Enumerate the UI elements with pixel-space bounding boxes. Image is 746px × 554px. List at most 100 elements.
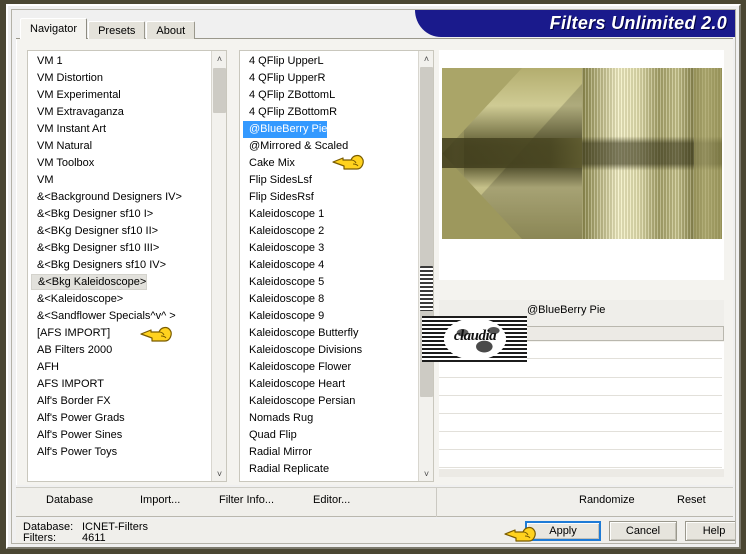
list-item[interactable]: 4 QFlip ZBottomL xyxy=(240,87,417,104)
scroll-down-icon[interactable]: ˅ xyxy=(212,466,226,481)
list-item[interactable]: &<Bkg Designer sf10 I> xyxy=(28,206,210,223)
param-divider xyxy=(439,395,722,396)
pointing-hand-icon-apply xyxy=(503,523,537,543)
list-item[interactable]: AFH xyxy=(28,359,210,376)
list-item[interactable]: 4 QFlip UpperL xyxy=(240,53,417,70)
scroll-down-icon[interactable]: ˅ xyxy=(419,466,433,481)
filter-category-list[interactable]: VM 1 VM Distortion VM Experimental VM Extra… xyxy=(27,50,227,482)
list-item[interactable]: &<Sandflower Specials^v^ > xyxy=(28,308,210,325)
scroll-up-icon[interactable]: ˄ xyxy=(212,51,226,66)
list-item[interactable]: Kaleidoscope 4 xyxy=(240,257,417,274)
filter-effect-list[interactable]: 4 QFlip UpperL 4 QFlip UpperR 4 QFlip ZBot… xyxy=(239,50,434,482)
list-item[interactable]: 4 QFlip ZBottomR xyxy=(240,104,417,121)
scroll-up-icon[interactable]: ˄ xyxy=(419,51,433,66)
list-item[interactable]: Quad Flip xyxy=(240,427,417,444)
param-footer xyxy=(439,469,724,477)
list-item[interactable]: Alf's Power Grads xyxy=(28,410,210,427)
list-item[interactable]: VM Natural xyxy=(28,138,210,155)
list-item[interactable]: AB Filters 2000 xyxy=(28,342,210,359)
tab-about[interactable]: About xyxy=(146,21,196,39)
list-item[interactable]: Kaleidoscope 8 xyxy=(240,291,417,308)
preview-left-half xyxy=(442,68,597,239)
window-inner: Filters Unlimited 2.0 Navigator Presets … xyxy=(11,9,736,544)
list-item[interactable]: VM Toolbox xyxy=(28,155,210,172)
list-item[interactable]: VM Extravaganza xyxy=(28,104,210,121)
list-item[interactable]: Kaleidoscope Butterfly xyxy=(240,325,417,342)
category-scroll-thumb[interactable] xyxy=(213,68,226,113)
list-item[interactable]: &<Bkg Designer sf10 III> xyxy=(28,240,210,257)
list-item[interactable]: Kaleidoscope Flower xyxy=(240,359,417,376)
list-item[interactable]: Flip SidesLsf xyxy=(240,172,417,189)
filters-value: 4611 xyxy=(82,532,106,544)
preview-right-half xyxy=(582,68,722,239)
help-button[interactable]: Help xyxy=(685,521,735,541)
list-item[interactable]: VM xyxy=(28,172,210,189)
list-item[interactable]: Alf's Power Sines xyxy=(28,427,210,444)
watermark-oval: claudia xyxy=(444,318,506,360)
import-button[interactable]: Import... xyxy=(140,494,180,506)
randomize-button[interactable]: Randomize xyxy=(579,494,635,506)
database-button[interactable]: Database xyxy=(46,494,93,506)
param-divider xyxy=(439,377,722,378)
status-bar: Database: ICNET-Filters Filters: 4611 Ap… xyxy=(16,519,735,544)
param-divider xyxy=(439,413,722,414)
list-item[interactable]: &<Bkg Designers sf10 IV> xyxy=(28,257,210,274)
application-window: Filters Unlimited 2.0 Navigator Presets … xyxy=(0,0,746,554)
window-frame: Filters Unlimited 2.0 Navigator Presets … xyxy=(6,4,741,549)
list-item[interactable]: Nomads Rug xyxy=(240,410,417,427)
effect-scrollbar[interactable]: ˄ ˅ xyxy=(418,51,433,481)
filter-preview-image[interactable] xyxy=(442,68,722,239)
reset-button[interactable]: Reset xyxy=(677,494,706,506)
tab-bar: Navigator Presets About xyxy=(20,18,196,39)
list-item[interactable]: &<Kaleidoscope> xyxy=(28,291,210,308)
cancel-button[interactable]: Cancel xyxy=(609,521,677,541)
preview-box xyxy=(439,50,724,280)
list-item[interactable]: AFS IMPORT xyxy=(28,376,210,393)
pointing-hand-icon-category xyxy=(139,323,173,345)
list-item[interactable]: Kaleidoscope 2 xyxy=(240,223,417,240)
list-item[interactable]: Alf's Power Toys xyxy=(28,444,210,461)
editor-button[interactable]: Editor... xyxy=(313,494,350,506)
list-item[interactable]: Kaleidoscope 9 xyxy=(240,308,417,325)
toolbar-divider xyxy=(436,488,437,517)
list-item[interactable]: @BlueBerry Pie xyxy=(243,121,328,138)
list-item[interactable]: Alf's Border FX xyxy=(28,393,210,410)
tab-presets[interactable]: Presets xyxy=(88,21,146,39)
navigator-pane: VM 1 VM Distortion VM Experimental VM Extra… xyxy=(16,39,733,485)
category-scrollbar[interactable]: ˄ ˅ xyxy=(211,51,226,481)
list-item[interactable]: Kaleidoscope Heart xyxy=(240,376,417,393)
tab-navigator[interactable]: Navigator xyxy=(20,18,88,39)
param-rows xyxy=(439,342,724,477)
claudia-watermark: claudia xyxy=(422,316,527,362)
list-item[interactable]: &<Bkg Kaleidoscope> xyxy=(31,274,148,290)
current-filter-label: @BlueBerry Pie xyxy=(527,304,606,316)
list-item[interactable]: Radial Replicate xyxy=(240,461,417,478)
list-item[interactable]: Kaleidoscope Divisions xyxy=(240,342,417,359)
list-item[interactable]: [AFS IMPORT] xyxy=(28,325,210,342)
preview-right-edge xyxy=(694,68,722,239)
list-item[interactable]: VM Experimental xyxy=(28,87,210,104)
list-item[interactable]: Cake Mix xyxy=(240,155,417,172)
list-item[interactable]: VM Instant Art xyxy=(28,121,210,138)
filters-key: Filters: xyxy=(23,532,56,544)
list-item[interactable]: VM 1 xyxy=(28,53,210,70)
list-item[interactable]: Flip SidesRsf xyxy=(240,189,417,206)
list-item[interactable]: &<Background Designers IV> xyxy=(28,189,210,206)
list-item[interactable]: Radial Mirror xyxy=(240,444,417,461)
list-item[interactable]: Kaleidoscope Persian xyxy=(240,393,417,410)
list-item[interactable]: Kaleidoscope 1 xyxy=(240,206,417,223)
list-item[interactable]: @Mirrored & Scaled xyxy=(240,138,417,155)
effect-scroll-thumb-grip[interactable] xyxy=(420,266,433,311)
list-item[interactable]: VM Distortion xyxy=(28,70,210,87)
filter-info-button[interactable]: Filter Info... xyxy=(219,494,274,506)
list-item[interactable]: Kaleidoscope 3 xyxy=(240,240,417,257)
filter-params-pane: @BlueBerry Pie xyxy=(439,282,724,482)
preview-dark-band xyxy=(442,138,597,168)
app-title: Filters Unlimited 2.0 xyxy=(549,13,727,33)
effect-items[interactable]: 4 QFlip UpperL 4 QFlip UpperR 4 QFlip ZBot… xyxy=(240,53,417,478)
category-items[interactable]: VM 1 VM Distortion VM Experimental VM Extra… xyxy=(28,53,210,461)
preview-pane: @BlueBerry Pie claudia xyxy=(422,50,724,482)
list-item[interactable]: &<BKg Designer sf10 II> xyxy=(28,223,210,240)
list-item[interactable]: 4 QFlip UpperR xyxy=(240,70,417,87)
list-item[interactable]: Kaleidoscope 5 xyxy=(240,274,417,291)
